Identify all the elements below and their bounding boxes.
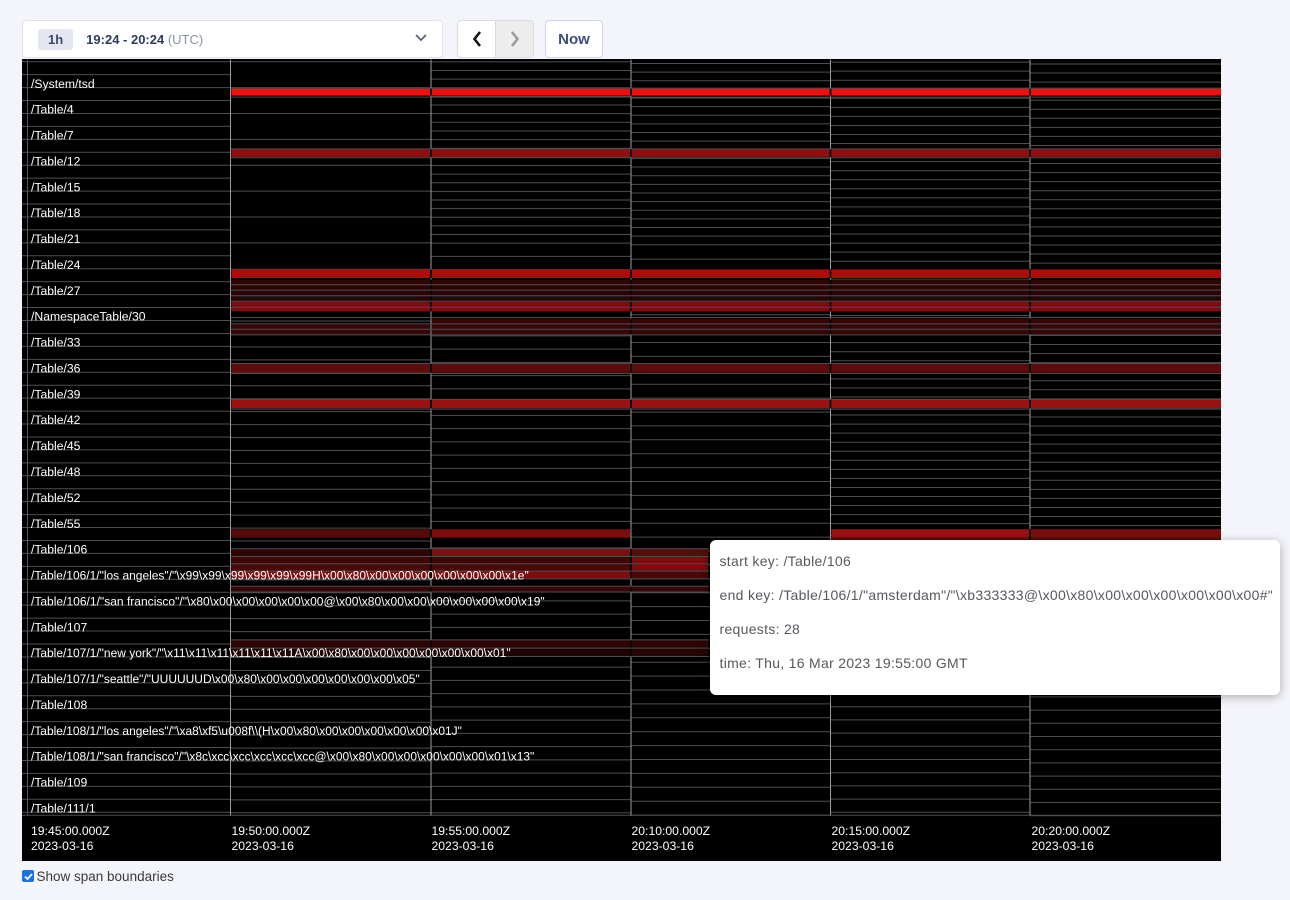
svg-text:/Table/106: /Table/106: [31, 543, 87, 557]
svg-text:/Table/15: /Table/15: [31, 180, 81, 194]
svg-text:/Table/27: /Table/27: [31, 284, 81, 298]
svg-text:20:20:00.000Z: 20:20:00.000Z: [1032, 824, 1111, 838]
svg-text:/Table/48: /Table/48: [31, 465, 81, 479]
svg-text:/Table/45: /Table/45: [31, 439, 81, 453]
svg-text:19:50:00.000Z: 19:50:00.000Z: [232, 824, 311, 838]
svg-text:/NamespaceTable/30: /NamespaceTable/30: [31, 310, 146, 324]
svg-text:/Table/55: /Table/55: [31, 517, 81, 531]
svg-text:/Table/39: /Table/39: [31, 387, 81, 401]
svg-text:2023-03-16: 2023-03-16: [432, 839, 495, 853]
svg-text:20:10:00.000Z: 20:10:00.000Z: [632, 824, 711, 838]
svg-text:/Table/52: /Table/52: [31, 491, 81, 505]
svg-text:/Table/21: /Table/21: [31, 232, 81, 246]
svg-text:/Table/24: /Table/24: [31, 258, 81, 272]
svg-text:/Table/18: /Table/18: [31, 206, 81, 220]
svg-text:/Table/107/1/"seattle"/"UUUUUU: /Table/107/1/"seattle"/"UUUUUUD\x00\x80\…: [31, 672, 420, 686]
svg-text:19:45:00.000Z: 19:45:00.000Z: [31, 824, 110, 838]
svg-text:20:15:00.000Z: 20:15:00.000Z: [832, 824, 911, 838]
svg-text:19:55:00.000Z: 19:55:00.000Z: [432, 824, 511, 838]
svg-text:2023-03-16: 2023-03-16: [232, 839, 295, 853]
svg-text:2023-03-16: 2023-03-16: [1032, 839, 1095, 853]
svg-text:/Table/4: /Table/4: [31, 103, 74, 117]
svg-text:2023-03-16: 2023-03-16: [832, 839, 895, 853]
svg-text:2023-03-16: 2023-03-16: [632, 839, 695, 853]
svg-text:/Table/42: /Table/42: [31, 413, 81, 427]
svg-text:/Table/108: /Table/108: [31, 698, 87, 712]
svg-text:/Table/12: /Table/12: [31, 154, 81, 168]
svg-text:/Table/33: /Table/33: [31, 336, 81, 350]
svg-text:/Table/107: /Table/107: [31, 620, 87, 634]
svg-text:/Table/106/1/"los angeles"/"\x: /Table/106/1/"los angeles"/"\x99\x99\x99…: [31, 569, 529, 583]
svg-text:/Table/106/1/"san francisco"/": /Table/106/1/"san francisco"/"\x80\x00\x…: [31, 594, 545, 608]
svg-text:/Table/108/1/"los angeles"/"\x: /Table/108/1/"los angeles"/"\xa8\xf5\u00…: [31, 724, 462, 738]
svg-text:/Table/111/1: /Table/111/1: [31, 801, 96, 815]
svg-text:/Table/109: /Table/109: [31, 776, 87, 790]
svg-text:/Table/108/1/"san francisco"/": /Table/108/1/"san francisco"/"\x8c\xcc\x…: [31, 750, 534, 764]
svg-text:/Table/36: /Table/36: [31, 361, 81, 375]
svg-text:/Table/7: /Table/7: [31, 129, 74, 143]
svg-text:/Table/107/1/"new york"/"\x11\: /Table/107/1/"new york"/"\x11\x11\x11\x1…: [31, 646, 511, 660]
svg-text:2023-03-16: 2023-03-16: [31, 839, 94, 853]
svg-text:/System/tsd: /System/tsd: [31, 77, 95, 91]
